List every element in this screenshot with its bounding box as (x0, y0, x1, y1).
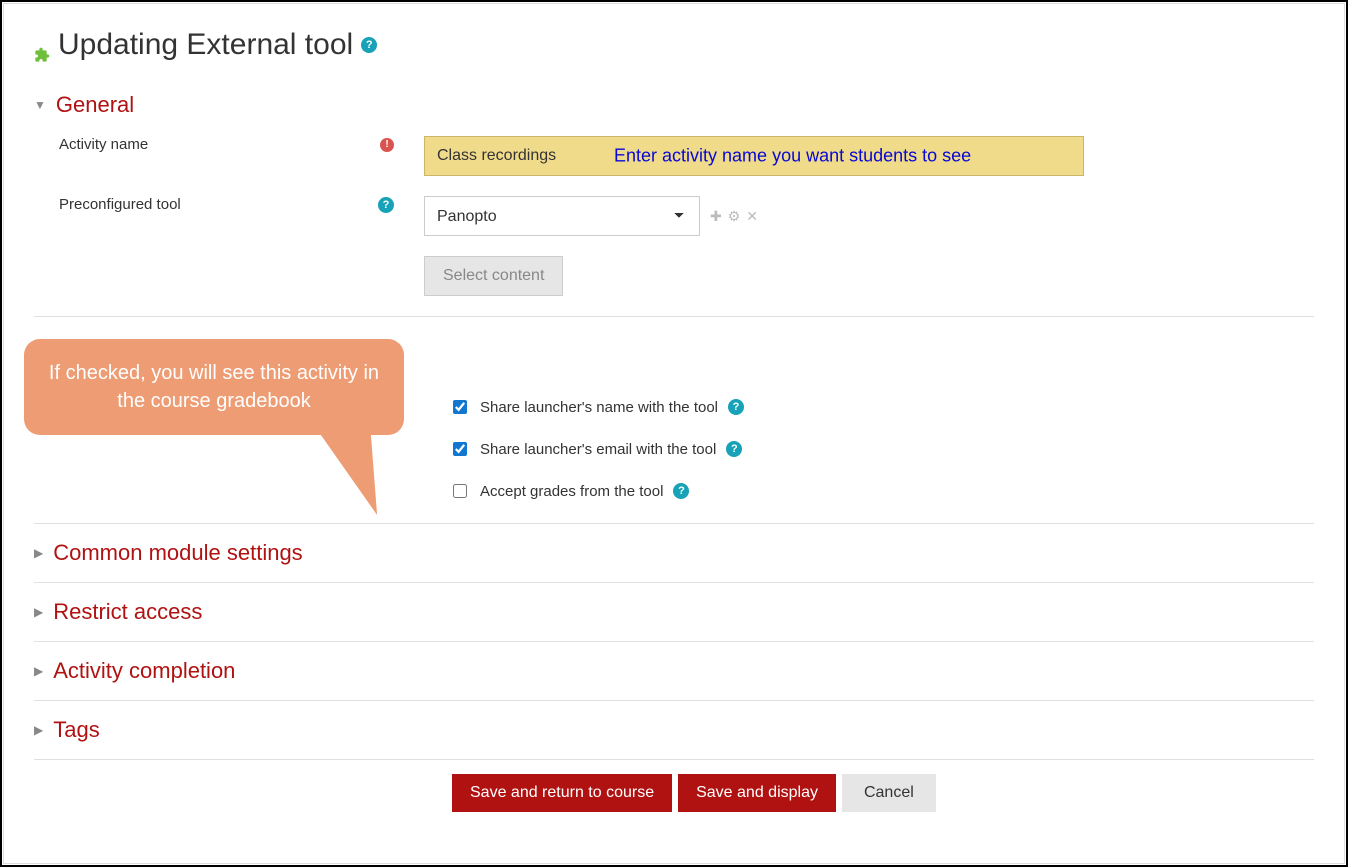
close-icon[interactable]: ✕ (746, 208, 758, 225)
page-title: Updating External tool ? (34, 28, 1314, 62)
select-content-button[interactable]: Select content (424, 256, 563, 296)
required-icon: ! (380, 138, 394, 152)
section-common-module[interactable]: ▶ Common module settings (34, 523, 1314, 582)
section-tags[interactable]: ▶ Tags (34, 700, 1314, 759)
section-common-module-heading: Common module settings (53, 540, 302, 566)
section-activity-completion[interactable]: ▶ Activity completion (34, 641, 1314, 700)
divider (34, 316, 1314, 317)
section-tags-heading: Tags (53, 717, 99, 743)
section-general-heading: General (56, 92, 134, 118)
help-icon[interactable]: ? (673, 483, 689, 499)
share-email-checkbox[interactable] (453, 442, 467, 456)
help-icon[interactable]: ? (726, 441, 742, 457)
section-restrict-access[interactable]: ▶ Restrict access (34, 582, 1314, 641)
save-return-button[interactable]: Save and return to course (452, 774, 672, 812)
section-restrict-heading: Restrict access (53, 599, 202, 625)
chevron-down-icon: ▼ (34, 98, 46, 112)
preconfigured-tool-select[interactable]: Panopto (424, 196, 700, 236)
gear-icon[interactable]: ⚙ (728, 208, 741, 225)
help-icon[interactable]: ? (361, 37, 377, 53)
callout-gradebook: If checked, you will see this activity i… (24, 339, 404, 435)
accept-grades-checkbox[interactable] (453, 484, 467, 498)
chevron-right-icon: ▶ (34, 605, 43, 619)
help-icon[interactable]: ? (728, 399, 744, 415)
plus-icon[interactable]: ✚ (710, 208, 722, 225)
preconfigured-tool-label: Preconfigured tool (59, 196, 181, 213)
activity-name-input[interactable] (424, 136, 1084, 176)
callout-text: If checked, you will see this activity i… (49, 362, 379, 412)
save-display-button[interactable]: Save and display (678, 774, 836, 812)
share-email-label: Share launcher's email with the tool (480, 441, 716, 458)
chevron-right-icon: ▶ (34, 723, 43, 737)
activity-name-label: Activity name (59, 136, 148, 153)
chevron-right-icon: ▶ (34, 664, 43, 678)
section-general-toggle[interactable]: ▼ General (34, 92, 1314, 118)
share-name-label: Share launcher's name with the tool (480, 399, 718, 416)
chevron-right-icon: ▶ (34, 546, 43, 560)
puzzle-icon (34, 37, 50, 53)
accept-grades-label: Accept grades from the tool (480, 483, 663, 500)
cancel-button[interactable]: Cancel (842, 774, 936, 812)
section-completion-heading: Activity completion (53, 658, 235, 684)
share-name-checkbox[interactable] (453, 400, 467, 414)
help-icon[interactable]: ? (378, 197, 394, 213)
page-title-text: Updating External tool (58, 28, 353, 62)
